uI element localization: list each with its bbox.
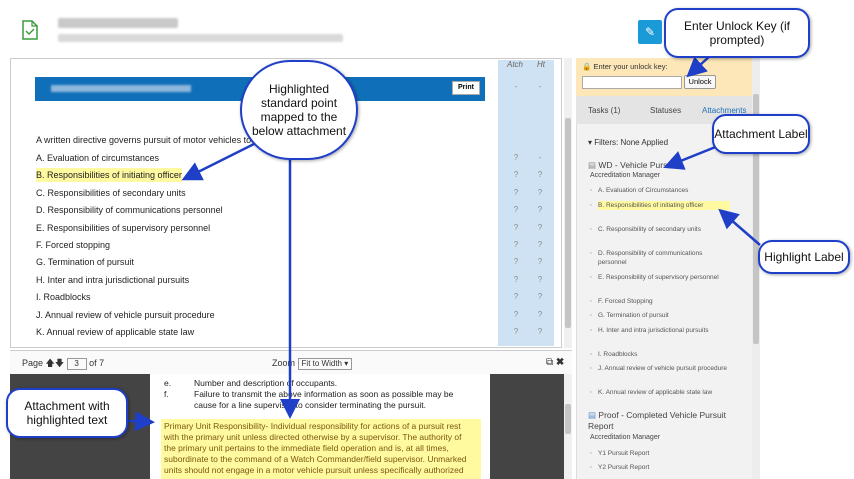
attachment-owner: Accreditation Manager (590, 434, 661, 441)
edit-button[interactable]: ✎ (638, 20, 662, 44)
column-header-attach: Atch (507, 60, 524, 69)
page-subtitle-redacted (58, 34, 343, 42)
highlighted-line: subordinate to the command of a Watch Co… (164, 454, 467, 464)
zoom-control: Zoom Fit to Width ▾ (272, 357, 353, 370)
attachment-title[interactable]: ▤ Proof - Completed Vehicle Pursuit Repo… (588, 410, 738, 432)
row-marks: ?? (513, 292, 543, 302)
zoom-select[interactable]: Fit to Width ▾ (297, 358, 353, 370)
callout-attachment-text: Attachment with highlighted text (6, 388, 128, 438)
attachment-standard-item[interactable]: A. Evaluation of Circumstances (590, 186, 730, 195)
attachment-standard-item[interactable]: I. Roadblocks (590, 350, 730, 359)
row-marks: ?? (513, 257, 543, 267)
lock-icon: 🔒 (582, 62, 592, 71)
row-marks: ?? (513, 205, 543, 215)
callout-unlock: Enter Unlock Key (if prompted) (664, 8, 810, 58)
standard-row[interactable]: B. Responsibilities of initiating office… (36, 168, 182, 183)
highlighted-line: the primary unit pertains to the immedia… (164, 443, 449, 453)
standard-row[interactable]: A. Evaluation of circumstances (36, 151, 159, 165)
list-num: f. (164, 389, 169, 399)
attachment-standard-item[interactable]: E. Responsibility of supervisory personn… (590, 273, 730, 282)
zoom-label: Zoom (272, 358, 296, 368)
app-window: ✎ Atch Ht -- Print A written directive g… (0, 0, 854, 479)
row-marks: ?? (513, 240, 543, 249)
viewer-actions: ⧉ ✖ (546, 357, 564, 369)
highlighted-line: units should not engage in a motor vehic… (164, 465, 464, 475)
standard-row[interactable]: K. Annual review of applicable state law (36, 325, 194, 339)
row-marks: ?? (513, 222, 543, 232)
page-up-icon[interactable]: 🡅 (46, 358, 55, 368)
unlock-label: 🔒 Enter your unlock key: (582, 62, 668, 71)
file-icon: ▤ (588, 410, 597, 420)
callout-attachment-label: Attachment Label (712, 114, 810, 154)
callout-standard: Highlighted standard point mapped to the… (240, 60, 358, 160)
attachment-line: Failure to transmit the above informatio… (194, 389, 454, 399)
attachment-title[interactable]: ▤ WD - Vehicle Pursuit (588, 160, 676, 171)
page-number-input[interactable]: 3 (66, 357, 87, 370)
page-total: of 7 (89, 358, 105, 368)
standard-intro: A written directive governs pursuit of m… (36, 135, 252, 145)
list-num: e. (164, 378, 172, 388)
attachment-standard-item[interactable]: G. Termination of pursuit (590, 311, 730, 320)
popout-icon[interactable]: ⧉ (546, 357, 553, 368)
file-icon: ▤ (588, 160, 597, 170)
pager: Page 🡅🡇 3 of 7 (22, 357, 104, 370)
highlighted-line: Primary Unit Responsibility- Individual … (164, 421, 461, 431)
row-marks: ?? (513, 187, 543, 197)
document-icon (22, 20, 38, 40)
row-marks: ?? (513, 274, 543, 284)
print-button[interactable]: Print (452, 81, 480, 95)
attachment-standard-item[interactable]: K. Annual review of applicable state law (590, 388, 730, 397)
row-marks: ?? (513, 170, 543, 180)
unlock-key-input[interactable] (582, 76, 682, 89)
attachment-owner: Accreditation Manager (590, 172, 661, 179)
standard-row[interactable]: F. Forced stopping (36, 238, 110, 252)
attachment-standard-item[interactable]: Y1 Pursuit Report (590, 449, 730, 458)
attachment-standard-item[interactable]: H. Inter and intra jurisdictional pursui… (590, 326, 730, 335)
standard-row[interactable]: E. Responsibilities of supervisory perso… (36, 221, 210, 235)
row-marks: ?? (513, 309, 543, 319)
attachment-line: cause for a line supervisor to consider … (194, 400, 426, 410)
attachment-standard-item[interactable]: B. Responsibilities of initiating office… (590, 200, 730, 210)
tab-statuses[interactable]: Statuses (650, 106, 681, 115)
callout-highlight-label: Highlight Label (758, 240, 850, 274)
attachment-standard-item[interactable]: D. Responsibility of communications pers… (590, 249, 730, 267)
standard-row[interactable]: H. Inter and intra jurisdictional pursui… (36, 273, 189, 287)
close-icon[interactable]: ✖ (556, 357, 564, 368)
standard-row[interactable]: C. Responsibilities of secondary units (36, 186, 186, 200)
standard-row[interactable]: D. Responsibility of communications pers… (36, 203, 223, 217)
unlock-button[interactable]: Unlock (684, 75, 716, 89)
page-title-redacted (58, 18, 178, 28)
attachment-standard-item[interactable]: J. Annual review of vehicle pursuit proc… (590, 364, 730, 373)
attachment-line: Number and description of occupants. (194, 378, 338, 388)
standard-row[interactable]: I. Roadblocks (36, 290, 91, 304)
attachment-standard-item[interactable]: F. Forced Stopping (590, 297, 730, 306)
viewer-scrollbar[interactable] (564, 374, 572, 479)
header-marks: -- (514, 82, 542, 91)
attachment-standard-item[interactable]: Y2 Pursuit Report (590, 463, 730, 472)
filters-toggle[interactable]: ▾ Filters: None Applied (588, 138, 668, 147)
page-label: Page (22, 358, 44, 368)
column-header-hit: Ht (537, 60, 545, 69)
pencil-icon: ✎ (644, 25, 656, 39)
document-scrollbar[interactable] (564, 58, 572, 348)
row-marks: ?? (513, 327, 543, 336)
page-down-icon[interactable]: 🡇 (55, 358, 64, 368)
highlighted-line: with the primary unit unless directed ot… (164, 432, 462, 442)
attachment-standard-item[interactable]: C. Responsibility of secondary units (590, 225, 730, 234)
row-marks: ? - (513, 153, 542, 162)
standard-row[interactable]: J. Annual review of vehicle pursuit proc… (36, 308, 215, 322)
standard-row[interactable]: G. Termination of pursuit (36, 255, 134, 269)
tab-tasks[interactable]: Tasks (1) (588, 106, 620, 115)
